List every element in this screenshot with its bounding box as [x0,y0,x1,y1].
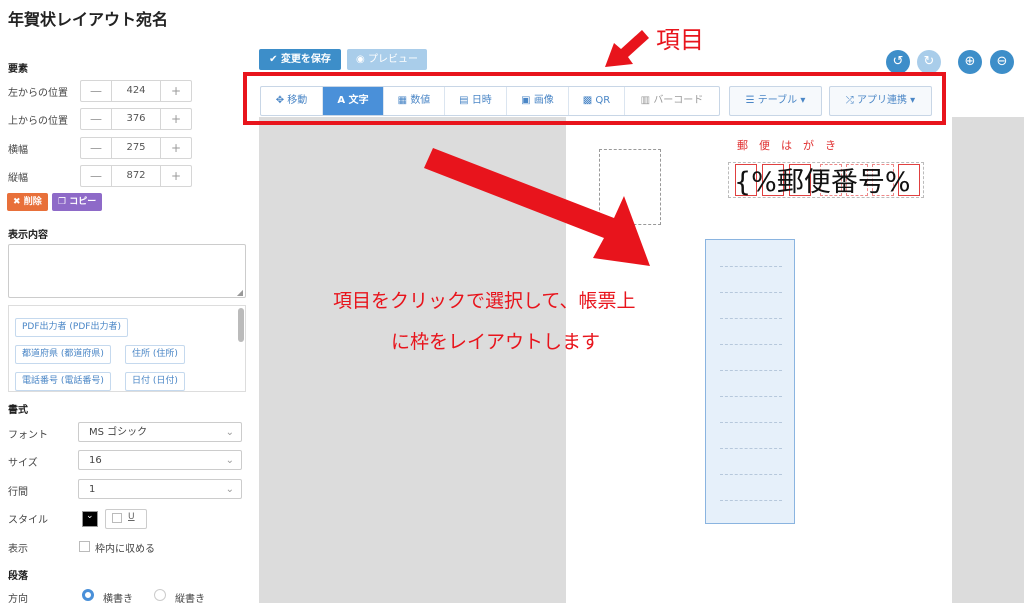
small-arrow [605,30,649,67]
big-arrow [424,148,650,266]
annotation-line-2: に枠をレイアウトします [391,331,601,353]
annotation-line-1: 項目をクリックで選択して、帳票上 [333,290,636,312]
annotation-title: 項目 [656,26,704,54]
